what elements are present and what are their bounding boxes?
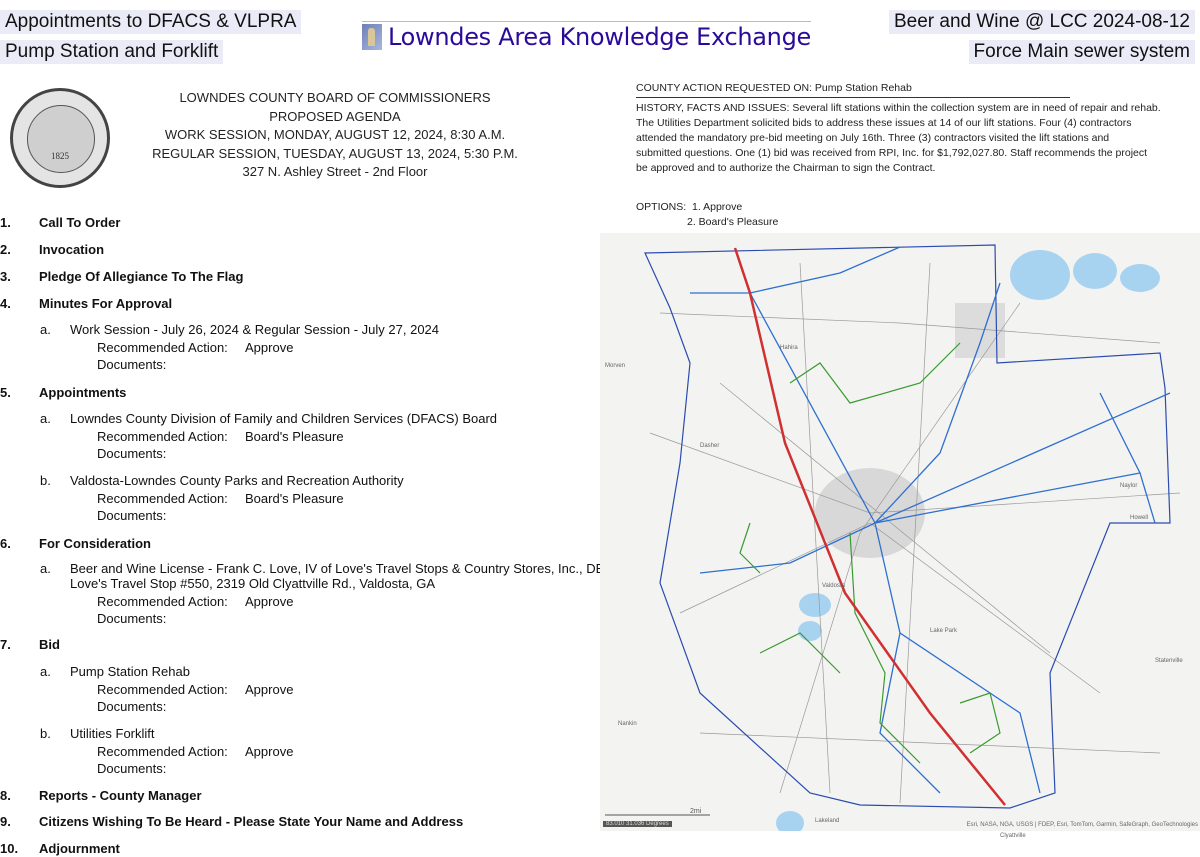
recommended-action-value: Approve (245, 594, 294, 609)
documents-link[interactable]: Documents: (97, 761, 166, 776)
recommended-action-value: Approve (245, 340, 294, 355)
agenda-item-number: 10. (0, 841, 19, 856)
lake-brand-link[interactable]: Lowndes Area Knowledge Exchange (362, 21, 811, 51)
recommended-action-value: Board's Pleasure (245, 429, 344, 444)
sub-item-title: Lowndes County Division of Family and Ch… (70, 411, 498, 426)
place-label: Lakeland (815, 818, 840, 824)
roads (649, 262, 1181, 804)
agenda-item-number: 9. (0, 814, 11, 829)
agenda-item-number: 7. (0, 637, 11, 652)
documents-link[interactable]: Documents: (97, 699, 166, 714)
place-label: Dasher (700, 443, 720, 449)
agenda-item-number: 8. (0, 788, 11, 803)
sub-item-title: Beer and Wine License - Frank C. Love, I… (70, 561, 613, 576)
agenda-item-title: Bid (39, 637, 60, 652)
sub-item-letter: b. (40, 473, 51, 488)
recommended-action-label: Recommended Action: (97, 744, 228, 759)
agenda-item-number: 3. (0, 269, 11, 284)
sub-item-title-continued: Love's Travel Stop #550, 2319 Old Clyatt… (70, 576, 435, 591)
topic-tag-force-main[interactable]: Force Main sewer system (968, 40, 1195, 64)
agenda-item-number: 2. (0, 242, 11, 257)
options: OPTIONS: 1. Approve 2. Board's Pleasure (636, 201, 779, 228)
agenda-item-number: 5. (0, 385, 11, 400)
recommended-action-label: Recommended Action: (97, 491, 228, 506)
sub-item-title: Pump Station Rehab (70, 664, 190, 679)
sub-item-title: Utilities Forklift (70, 726, 155, 741)
agenda-item-title: Adjournment (39, 841, 120, 856)
lake (798, 621, 822, 641)
agenda-item-title: Call To Order (39, 215, 121, 230)
lake (776, 811, 804, 835)
agenda-header: LOWNDES COUNTY BOARD OF COMMISSIONERS PR… (152, 90, 518, 179)
sub-item-letter: a. (40, 561, 51, 576)
brand-title: Lowndes Area Knowledge Exchange (388, 23, 811, 51)
sub-item-letter: b. (40, 726, 51, 741)
agenda-item-title: Minutes For Approval (39, 296, 173, 311)
agenda-item-title: Appointments (39, 385, 127, 400)
place-label: Valdosta (822, 583, 845, 589)
recommended-action-label: Recommended Action: (97, 340, 228, 355)
sub-item-letter: a. (40, 322, 51, 337)
recommended-action-label: Recommended Action: (97, 429, 228, 444)
documents-link[interactable]: Documents: (97, 508, 166, 523)
sub-item-letter: a. (40, 411, 51, 426)
place-label: Nankin (618, 721, 637, 727)
place-label: Howell (1130, 515, 1149, 521)
place-label: Statenville (1155, 658, 1183, 664)
recommended-action-value: Approve (245, 744, 294, 759)
lake (1010, 250, 1070, 300)
place-label: Morven (605, 363, 626, 369)
history-facts: HISTORY, FACTS AND ISSUES: Several lift … (636, 102, 1161, 174)
force-main-map[interactable]: 2mi 83.010 31.036 Degrees Esri, NASA, NG… (600, 233, 1200, 839)
sub-item-letter: a. (40, 664, 51, 679)
agenda-item-title: Invocation (39, 242, 105, 257)
recommended-action-value: Approve (245, 682, 294, 697)
map-attribution: Esri, NASA, NGA, USGS | FDEP, Esri, TomT… (966, 822, 1198, 828)
agenda-item-title: Pledge Of Allegiance To The Flag (39, 269, 244, 284)
map-coordinates: 83.010 31.036 Degrees (603, 821, 672, 827)
place-label: Hahira (780, 345, 798, 351)
lake (1120, 264, 1160, 292)
agenda-item-number: 6. (0, 536, 11, 551)
documents-link[interactable]: Documents: (97, 611, 166, 626)
lake (1073, 253, 1117, 289)
action-request-title: COUNTY ACTION REQUESTED ON: Pump Station… (636, 81, 1070, 98)
recommended-action-value: Board's Pleasure (245, 491, 344, 506)
map-svg (605, 244, 1181, 835)
map-scale-label: 2mi (690, 808, 702, 815)
lake (799, 593, 831, 617)
agenda-item-number: 1. (0, 215, 11, 230)
sub-item-title: Valdosta-Lowndes County Parks and Recrea… (70, 473, 404, 488)
agenda-item-title: Reports - County Manager (39, 788, 202, 803)
agenda-item-number: 4. (0, 296, 11, 311)
sub-item-title: Work Session - July 26, 2024 & Regular S… (70, 322, 440, 337)
place-label: Clyattville (1000, 833, 1026, 839)
topic-tag-pump-station[interactable]: Pump Station and Forklift (0, 40, 224, 64)
recommended-action-label: Recommended Action: (97, 682, 228, 697)
recommended-action-label: Recommended Action: (97, 594, 228, 609)
topic-tag-appointments[interactable]: Appointments to DFACS & VLPRA (0, 10, 302, 34)
place-label: Lake Park (930, 628, 958, 634)
documents-link[interactable]: Documents: (97, 446, 166, 461)
topic-tag-beer-wine[interactable]: Beer and Wine @ LCC 2024-08-12 (888, 10, 1195, 34)
agenda-item-title: Citizens Wishing To Be Heard - Please St… (39, 814, 464, 829)
place-label: Naylor (1120, 483, 1138, 489)
lake-logo-icon (362, 24, 382, 50)
agenda-item-title: For Consideration (39, 536, 151, 551)
county-seal-logo: 1825 (10, 88, 110, 188)
documents-link[interactable]: Documents: (97, 357, 166, 372)
